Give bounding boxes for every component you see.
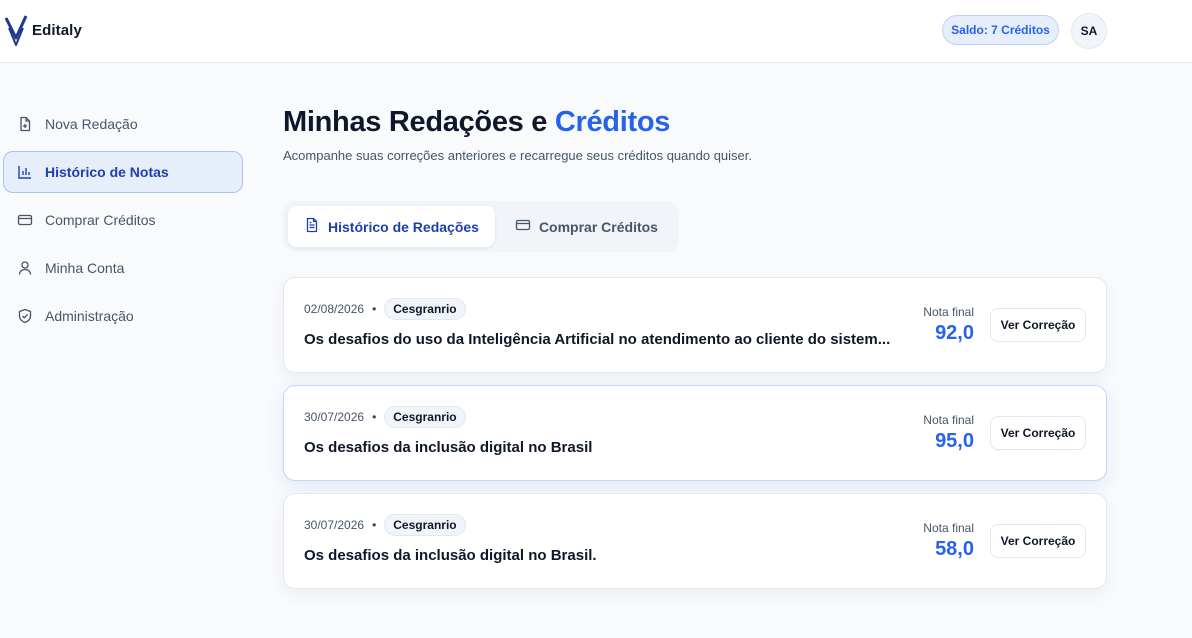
page-subtitle: Acompanhe suas correções anteriores e re… <box>283 148 752 163</box>
sidebar-item-administracao[interactable]: Administração <box>3 295 243 337</box>
grade-value: 92,0 <box>935 322 974 344</box>
sidebar-item-historico-notas[interactable]: Histórico de Notas <box>3 151 243 193</box>
user-icon <box>17 260 33 276</box>
separator-dot: • <box>372 518 377 532</box>
grade-value: 95,0 <box>935 430 974 452</box>
logo-icon <box>4 14 28 46</box>
essay-card: 30/07/2026 • Cesgranrio Os desafios da i… <box>283 385 1107 481</box>
brand-name: Editaly <box>32 21 82 39</box>
sidebar: Nova Redação Histórico de Notas Comprar … <box>3 103 243 343</box>
grade-value: 58,0 <box>935 538 974 560</box>
essay-date: 02/08/2026 <box>304 302 365 316</box>
sidebar-item-label: Comprar Créditos <box>45 212 156 228</box>
bar-chart-icon <box>17 164 33 180</box>
page-title-prefix: Minhas Redações e <box>283 106 555 138</box>
grade-label: Nota final <box>923 521 974 535</box>
credit-card-icon <box>17 212 33 228</box>
view-correction-button[interactable]: Ver Correção <box>990 416 1086 450</box>
sidebar-item-nova-redacao[interactable]: Nova Redação <box>3 103 243 145</box>
view-correction-button[interactable]: Ver Correção <box>990 308 1086 342</box>
essay-date: 30/07/2026 <box>304 410 365 424</box>
sidebar-item-label: Minha Conta <box>45 260 125 276</box>
essay-card: 30/07/2026 • Cesgranrio Os desafios da i… <box>283 493 1107 589</box>
top-bar: Editaly Saldo: 7 Créditos SA <box>0 0 1192 63</box>
grade-label: Nota final <box>923 413 974 427</box>
shield-icon <box>17 308 33 324</box>
sidebar-item-minha-conta[interactable]: Minha Conta <box>3 247 243 289</box>
sidebar-item-label: Administração <box>45 308 134 324</box>
essay-date: 30/07/2026 <box>304 518 365 532</box>
essay-meta: 30/07/2026 • Cesgranrio <box>304 514 466 536</box>
credit-balance-badge[interactable]: Saldo: 7 Créditos <box>942 15 1059 45</box>
essay-title: Os desafios do uso da Inteligência Artif… <box>304 331 891 348</box>
file-plus-icon <box>17 116 33 132</box>
essay-meta: 02/08/2026 • Cesgranrio <box>304 298 466 320</box>
exam-board-badge: Cesgranrio <box>384 514 466 536</box>
document-icon <box>304 217 320 236</box>
essay-meta: 30/07/2026 • Cesgranrio <box>304 406 466 428</box>
essay-title: Os desafios da inclusão digital no Brasi… <box>304 547 597 564</box>
essay-list: 02/08/2026 • Cesgranrio Os desafios do u… <box>283 277 1107 589</box>
exam-board-badge: Cesgranrio <box>384 298 466 320</box>
brand-logo[interactable]: Editaly <box>4 14 82 46</box>
grade-label: Nota final <box>923 305 974 319</box>
tab-label: Histórico de Redações <box>328 218 479 235</box>
sidebar-item-label: Nova Redação <box>45 116 138 132</box>
user-avatar[interactable]: SA <box>1071 13 1107 49</box>
page-title: Minhas Redações e Créditos <box>283 100 1107 144</box>
sidebar-item-label: Histórico de Notas <box>45 164 169 180</box>
tab-label: Comprar Créditos <box>538 218 658 235</box>
tab-bar: Histórico de Redações Comprar Créditos <box>283 201 679 252</box>
credit-card-icon <box>515 217 531 236</box>
separator-dot: • <box>372 302 377 316</box>
main-content: Minhas Redações e Créditos Acompanhe sua… <box>283 100 1107 601</box>
tab-comprar-creditos[interactable]: Comprar Créditos <box>499 206 674 247</box>
separator-dot: • <box>372 410 377 424</box>
essay-card: 02/08/2026 • Cesgranrio Os desafios do u… <box>283 277 1107 373</box>
tab-historico-redacoes[interactable]: Histórico de Redações <box>288 206 495 247</box>
sidebar-item-comprar-creditos[interactable]: Comprar Créditos <box>3 199 243 241</box>
essay-title: Os desafios da inclusão digital no Brasi… <box>304 439 593 456</box>
view-correction-button[interactable]: Ver Correção <box>990 524 1086 558</box>
exam-board-badge: Cesgranrio <box>384 406 466 428</box>
page-title-accent: Créditos <box>554 106 671 138</box>
